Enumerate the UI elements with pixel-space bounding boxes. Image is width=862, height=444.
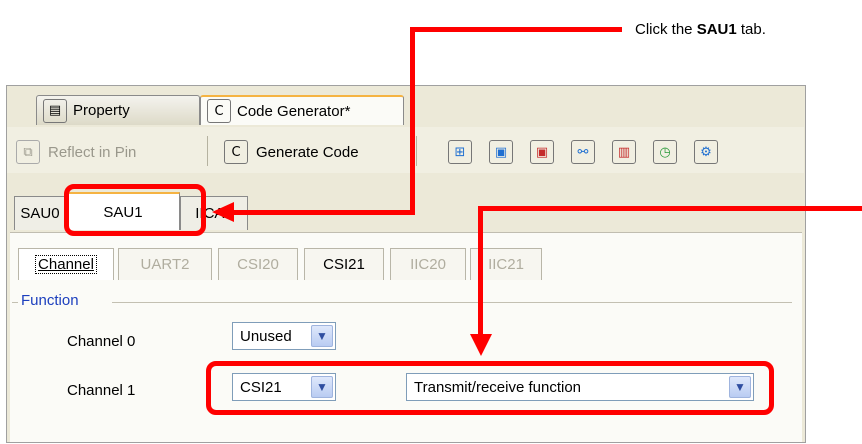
channel1-label: Channel 1 [67, 382, 136, 399]
tab-uart2[interactable]: UART2 [118, 248, 212, 280]
chevron-down-icon[interactable]: ▼ [311, 325, 333, 347]
connector-icon[interactable]: ⚯ [571, 140, 595, 164]
annotation-line [232, 210, 415, 215]
chip-icon[interactable]: ▣ [489, 140, 513, 164]
annotation-line [478, 206, 483, 338]
chart-icon[interactable]: ▥ [612, 140, 636, 164]
chip-error-icon[interactable]: ▣ [530, 140, 554, 164]
reflect-in-pin-button[interactable]: ⧉ Reflect in Pin [16, 140, 136, 164]
callout-text: Click the SAU1 tab. [635, 21, 766, 38]
channel0-select[interactable]: Unused ▼ [232, 322, 336, 350]
property-icon: ▤ [43, 98, 67, 123]
arrow-down-icon [470, 334, 492, 356]
search-settings-icon[interactable]: ⚙ [694, 140, 718, 164]
annotation-highlight-channel1 [206, 361, 774, 415]
tab-sau0[interactable]: SAU0 [14, 196, 66, 230]
tab-channel[interactable]: Channel [18, 248, 114, 280]
function-legend: Function [18, 292, 82, 309]
channel0-label: Channel 0 [67, 333, 136, 350]
hierarchy-icon[interactable]: ⊞ [448, 140, 472, 164]
reflect-pin-icon: ⧉ [16, 140, 40, 164]
tab-csi21[interactable]: CSI21 [304, 248, 384, 280]
toolbar-separator [416, 136, 417, 166]
annotation-line [410, 27, 415, 215]
annotation-highlight-sau1 [64, 184, 206, 236]
arrow-left-icon [212, 202, 234, 222]
tab-csi20[interactable]: CSI20 [218, 248, 298, 280]
toolbar-separator [207, 136, 208, 166]
generate-code-button[interactable]: C Generate Code [224, 140, 359, 164]
tab-property[interactable]: ▤ Property [36, 95, 200, 125]
timer-icon[interactable]: ◷ [653, 140, 677, 164]
tab-code-generator[interactable]: C Code Generator* [200, 95, 404, 125]
tool-icon-group: ⊞ ▣ ▣ ⚯ ▥ ◷ ⚙ [448, 140, 718, 164]
tab-iic20[interactable]: IIC20 [390, 248, 466, 280]
annotation-line [478, 206, 862, 211]
code-generator-icon: C [207, 99, 231, 123]
group-border [112, 302, 792, 303]
generate-code-icon: C [224, 140, 248, 164]
annotation-line [410, 27, 622, 32]
